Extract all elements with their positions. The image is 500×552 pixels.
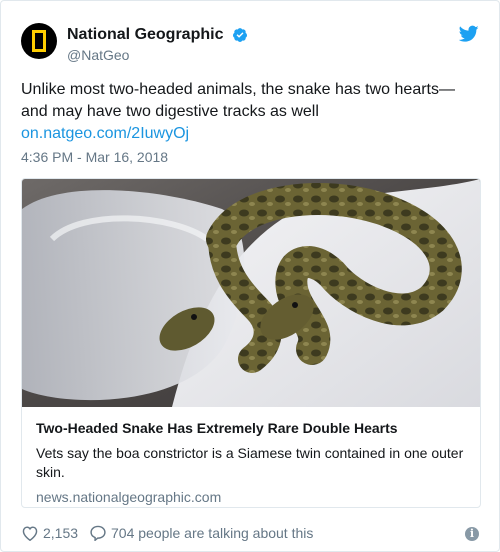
tweet-embed: National Geographic @NatGeo Unlike most … (0, 0, 500, 552)
tweet-text: Unlike most two-headed animals, the snak… (21, 79, 481, 145)
card-body: Two-Headed Snake Has Extremely Rare Doub… (36, 419, 468, 506)
talking-text: 704 people are talking about this (111, 525, 314, 541)
card-description: Vets say the boa constrictor is a Siames… (36, 445, 464, 480)
tweet-actions: 2,153 704 people are talking about this … (21, 525, 481, 545)
twitter-bird-icon[interactable] (459, 25, 479, 43)
reply-button[interactable]: 704 people are talking about this (89, 525, 313, 541)
tweet-timestamp[interactable]: 4:36 PM - Mar 16, 2018 (21, 149, 168, 165)
comment-icon (90, 525, 106, 541)
natgeo-frame-icon (32, 30, 46, 52)
like-button[interactable]: 2,153 (21, 525, 78, 541)
verified-badge-icon (232, 28, 247, 42)
link-card[interactable]: Two-Headed Snake Has Extremely Rare Doub… (21, 178, 481, 508)
author-handle[interactable]: @NatGeo (67, 46, 248, 64)
info-icon[interactable]: i (465, 527, 479, 541)
tweet-header: National Geographic @NatGeo (21, 23, 481, 65)
tweet-text-content: Unlike most two-headed animals, the snak… (21, 81, 455, 120)
card-title: Two-Headed Snake Has Extremely Rare Doub… (36, 420, 398, 436)
natgeo-logo-avatar[interactable] (21, 23, 57, 59)
like-count: 2,153 (43, 525, 79, 541)
card-image (22, 179, 480, 407)
heart-icon (22, 526, 38, 541)
author-display-name[interactable]: National Geographic (67, 25, 223, 45)
author-names: National Geographic @NatGeo (67, 25, 248, 64)
tweet-link[interactable]: on.natgeo.com/2IuwyOj (21, 123, 481, 145)
card-domain: news.nationalgeographic.com (36, 489, 222, 505)
